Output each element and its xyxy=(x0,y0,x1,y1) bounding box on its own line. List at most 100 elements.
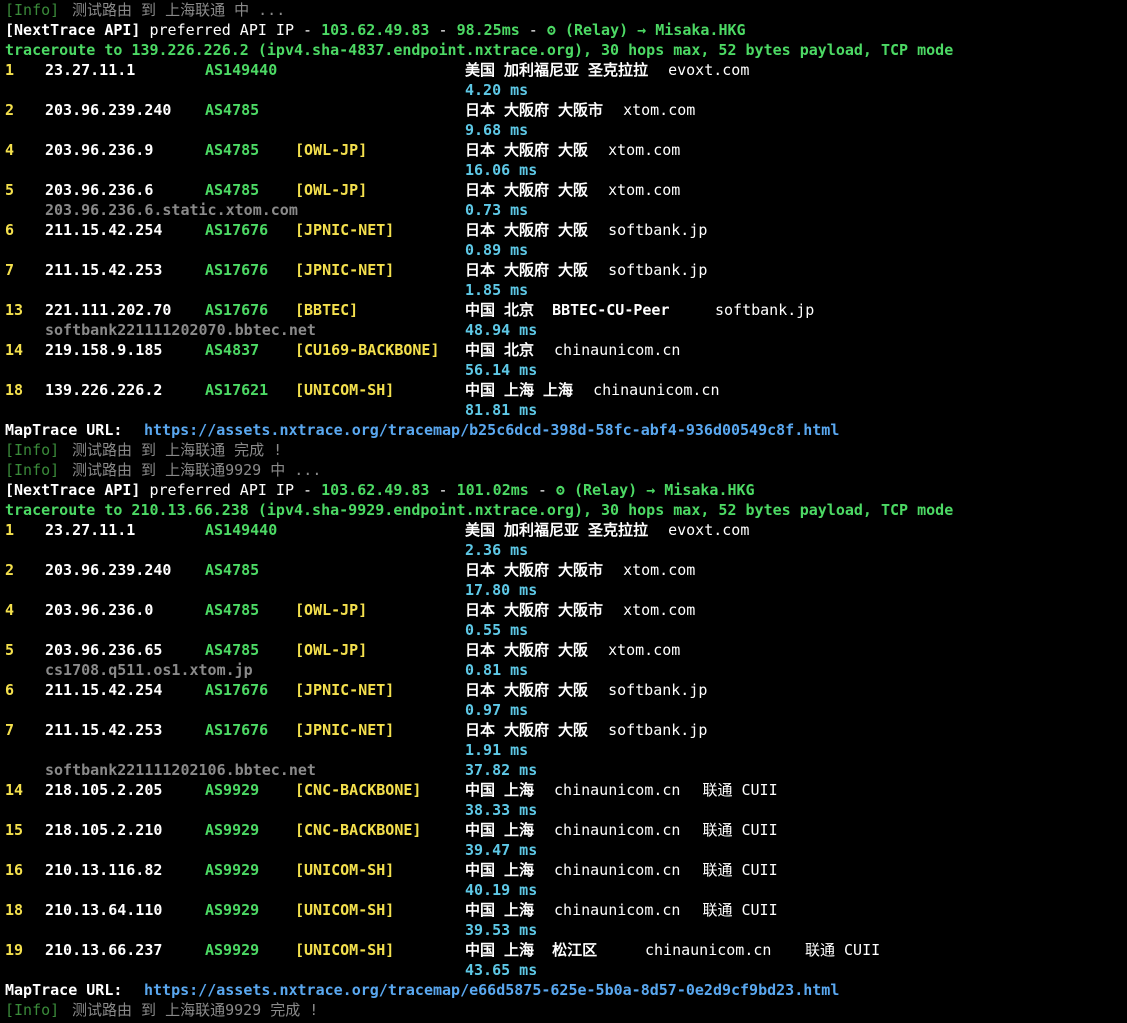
hop-latency: 0.89 ms xyxy=(465,241,529,259)
hop-asn: AS9929 xyxy=(205,821,260,839)
hop-latency: 48.94 ms xyxy=(465,321,538,339)
hop-geo: 日本 大阪府 大阪市 xyxy=(465,561,604,579)
api-label: [NextTrace API] xyxy=(5,21,141,39)
hop-asn: AS4785 xyxy=(205,141,260,159)
hop-number: 1 xyxy=(5,521,15,539)
hop-latency: 0.97 ms xyxy=(465,701,529,719)
api-label: [NextTrace API] xyxy=(5,481,141,499)
hop-domain: xtom.com xyxy=(608,641,681,659)
hop-asn: AS9929 xyxy=(205,781,260,799)
info-tag: [Info] xyxy=(5,461,60,479)
hop-network-tag: [CNC-BACKBONE] xyxy=(295,821,422,839)
hop-latency: 17.80 ms xyxy=(465,581,538,599)
hop-latency: 43.65 ms xyxy=(465,961,538,979)
hop-ip: 203.96.239.240 xyxy=(45,101,172,119)
hop-asn: AS149440 xyxy=(205,61,278,79)
hop-latency: 0.55 ms xyxy=(465,621,529,639)
hop-ip: 218.105.2.210 xyxy=(45,821,163,839)
hop-number: 13 xyxy=(5,301,24,319)
hop-asn: AS4785 xyxy=(205,561,260,579)
hop-latency: 16.06 ms xyxy=(465,161,538,179)
hop-latency: 37.82 ms xyxy=(465,761,538,779)
hop-latency: 39.53 ms xyxy=(465,921,538,939)
hop-hostname: softbank221111202106.bbtec.net xyxy=(45,761,316,779)
hop-ip: 211.15.42.254 xyxy=(45,221,163,239)
api-status: [NextTrace API] preferred API IP - 103.6… xyxy=(5,20,746,40)
hop-hostname: softbank221111202070.bbtec.net xyxy=(45,321,316,339)
maptrace-label: MapTrace URL: xyxy=(5,981,123,999)
info-message: 测试路由 到 上海联通9929 中 ... xyxy=(63,461,322,479)
hop-number: 16 xyxy=(5,861,24,879)
hop-asn: AS4837 xyxy=(205,341,260,359)
hop-geo: 日本 大阪府 大阪 xyxy=(465,261,589,279)
hop-domain: xtom.com xyxy=(623,101,696,119)
hop-ip: 210.13.116.82 xyxy=(45,861,163,879)
hop-number: 5 xyxy=(5,181,15,199)
hop-ip: 203.96.236.6 xyxy=(45,181,154,199)
hop-geo: 日本 大阪府 大阪 xyxy=(465,221,589,239)
info-tag: [Info] xyxy=(5,1,60,19)
hop-ip: 203.96.236.65 xyxy=(45,641,163,659)
hop-isp: 联通 CUII xyxy=(805,941,881,959)
hop-ip: 139.226.226.2 xyxy=(45,381,163,399)
hop-isp: 联通 CUII xyxy=(702,901,778,919)
hop-domain: chinaunicom.cn xyxy=(645,941,772,959)
separator: - xyxy=(429,21,457,39)
hop-latency: 56.14 ms xyxy=(465,361,538,379)
hop-domain: softbank.jp xyxy=(608,221,708,239)
hop-asn: AS17676 xyxy=(205,261,269,279)
hop-asn: AS9929 xyxy=(205,861,260,879)
maptrace-label: MapTrace URL: xyxy=(5,421,123,439)
hop-domain: xtom.com xyxy=(608,181,681,199)
hop-geo: 中国 上海 xyxy=(465,861,535,879)
maptrace-link[interactable]: https://assets.nxtrace.org/tracemap/e66d… xyxy=(144,980,839,1000)
hop-number: 7 xyxy=(5,721,15,739)
hop-network-tag: [JPNIC-NET] xyxy=(295,721,395,739)
hop-number: 4 xyxy=(5,141,15,159)
hop-domain: chinaunicom.cn xyxy=(554,901,681,919)
relay-icon: ʘ xyxy=(555,481,565,499)
relay-icon: ʘ xyxy=(546,21,556,39)
hop-latency: 4.20 ms xyxy=(465,81,529,99)
hop-number: 14 xyxy=(5,341,24,359)
hop-ip: 23.27.11.1 xyxy=(45,521,136,539)
maptrace-link[interactable]: https://assets.nxtrace.org/tracemap/b25c… xyxy=(144,420,839,440)
hop-network-tag: [CNC-BACKBONE] xyxy=(295,781,422,799)
hop-latency: 0.73 ms xyxy=(465,201,529,219)
hop-ip: 203.96.236.0 xyxy=(45,601,154,619)
hop-number: 6 xyxy=(5,681,15,699)
hop-geo: 中国 上海 松江区 xyxy=(465,941,598,959)
hop-hostname: 203.96.236.6.static.xtom.com xyxy=(45,201,298,219)
hop-number: 18 xyxy=(5,901,24,919)
hop-geo: 日本 大阪府 大阪市 xyxy=(465,101,604,119)
hop-latency: 1.91 ms xyxy=(465,741,529,759)
hop-asn: AS149440 xyxy=(205,521,278,539)
hop-hostname: cs1708.q511.os1.xtom.jp xyxy=(45,661,253,679)
traceroute-header: traceroute to 139.226.226.2 (ipv4.sha-48… xyxy=(5,41,954,59)
terminal-window[interactable]: [Info] 测试路由 到 上海联通 中 ... [NextTrace API] … xyxy=(0,0,1127,1023)
hop-ip: 210.13.66.237 xyxy=(45,941,163,959)
hop-ip: 218.105.2.205 xyxy=(45,781,163,799)
hop-asn: AS9929 xyxy=(205,901,260,919)
hop-latency: 38.33 ms xyxy=(465,801,538,819)
hop-network-tag: [UNICOM-SH] xyxy=(295,941,395,959)
info-message: 测试路由 到 上海联通 中 ... xyxy=(63,1,286,19)
hop-geo: 中国 北京 xyxy=(465,341,535,359)
info-message: 测试路由 到 上海联通 完成 ! xyxy=(63,441,283,459)
hop-number: 7 xyxy=(5,261,15,279)
hop-geo: 日本 大阪府 大阪市 xyxy=(465,601,604,619)
hop-number: 1 xyxy=(5,61,15,79)
hop-number: 18 xyxy=(5,381,24,399)
api-status: [NextTrace API] preferred API IP - 103.6… xyxy=(5,480,755,500)
hop-latency: 81.81 ms xyxy=(465,401,538,419)
hop-domain: chinaunicom.cn xyxy=(554,341,681,359)
hop-network-tag: [OWL-JP] xyxy=(295,141,368,159)
hop-latency: 2.36 ms xyxy=(465,541,529,559)
info-tag: [Info] xyxy=(5,1001,60,1019)
hop-ip: 23.27.11.1 xyxy=(45,61,136,79)
hop-ip: 211.15.42.254 xyxy=(45,681,163,699)
api-text: preferred API IP - xyxy=(140,481,322,499)
hop-number: 2 xyxy=(5,101,15,119)
hop-number: 15 xyxy=(5,821,24,839)
hop-isp: 联通 CUII xyxy=(702,861,778,879)
